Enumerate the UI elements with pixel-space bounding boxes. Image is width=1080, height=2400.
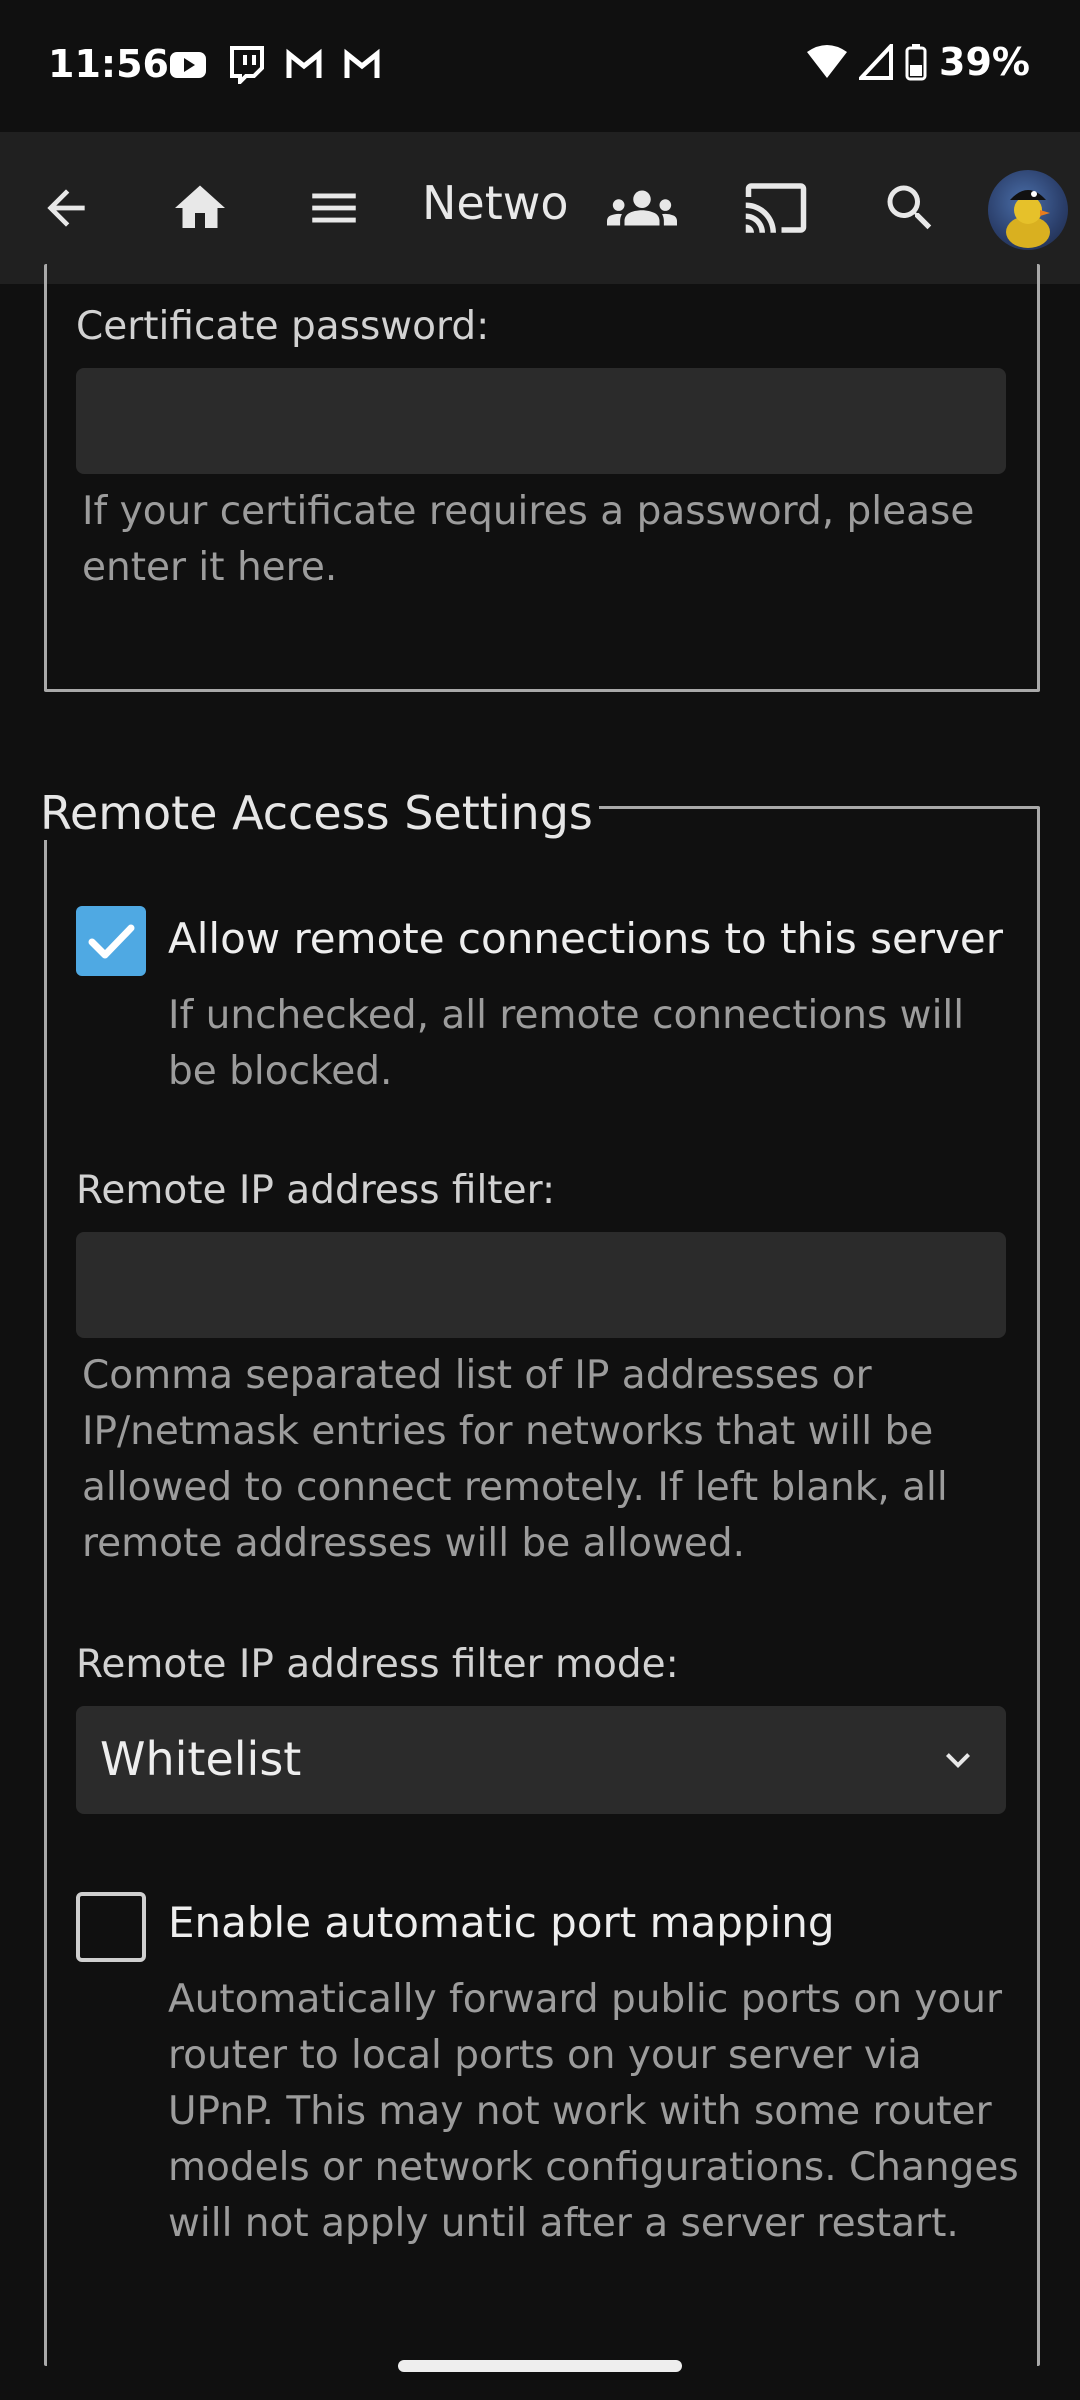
filter-mode-select[interactable]: Whitelist: [76, 1706, 1006, 1814]
signal-icon: [859, 44, 894, 80]
twitch-icon: [226, 44, 266, 87]
status-right: 39%: [807, 40, 1030, 84]
home-button[interactable]: [162, 170, 238, 246]
back-button[interactable]: [28, 170, 104, 246]
port-mapping-help: Automatically forward public ports on yo…: [168, 1977, 1019, 2246]
allow-remote-help: If unchecked, all remote connections wil…: [168, 993, 965, 1094]
port-mapping-label[interactable]: Enable automatic port mapping: [168, 1898, 835, 1947]
gmail-icon: [342, 44, 382, 84]
settings-content: Certificate password: If your certificat…: [0, 264, 1080, 2366]
youtube-icon: [168, 44, 208, 84]
gmail-icon: [284, 44, 324, 84]
menu-button[interactable]: [296, 170, 372, 246]
filter-mode-value: Whitelist: [100, 1732, 302, 1786]
certificate-password-input[interactable]: [76, 368, 1006, 474]
gesture-nav-bar[interactable]: [398, 2360, 682, 2372]
search-button[interactable]: [872, 170, 948, 246]
app-header: Netwo: [0, 132, 1080, 284]
users-button[interactable]: [604, 170, 680, 246]
users-icon: [607, 190, 677, 226]
wifi-icon: [807, 45, 848, 78]
certificate-password-label: Certificate password:: [76, 304, 490, 349]
remote-access-legend: Remote Access Settings: [34, 786, 599, 840]
notification-icons: [168, 44, 382, 87]
check-icon: [88, 924, 135, 959]
avatar-image: [1006, 190, 1050, 248]
ip-filter-help: Comma separated list of IP addresses or …: [82, 1353, 948, 1566]
menu-icon: [312, 193, 356, 223]
certificate-password-help: If your certificate requires a password,…: [82, 489, 975, 590]
battery-percent: 39%: [939, 40, 1030, 84]
ip-filter-label: Remote IP address filter:: [76, 1168, 556, 1213]
cast-icon: [745, 183, 807, 233]
allow-remote-label[interactable]: Allow remote connections to this server: [168, 914, 1003, 963]
ip-filter-input[interactable]: [76, 1232, 1006, 1338]
search-icon: [887, 185, 932, 230]
page-title: Netwo: [422, 176, 569, 230]
cast-button[interactable]: [738, 170, 814, 246]
allow-remote-checkbox[interactable]: [76, 906, 146, 976]
home-icon: [175, 185, 225, 228]
port-mapping-checkbox[interactable]: [76, 1892, 146, 1962]
back-arrow-icon: [47, 189, 85, 227]
battery-icon: [905, 44, 927, 81]
chevron-down-icon: [946, 1753, 970, 1768]
status-bar: 11:56 39%: [0, 0, 1080, 132]
status-time: 11:56: [48, 42, 169, 86]
avatar[interactable]: [988, 170, 1068, 250]
filter-mode-label: Remote IP address filter mode:: [76, 1642, 679, 1687]
